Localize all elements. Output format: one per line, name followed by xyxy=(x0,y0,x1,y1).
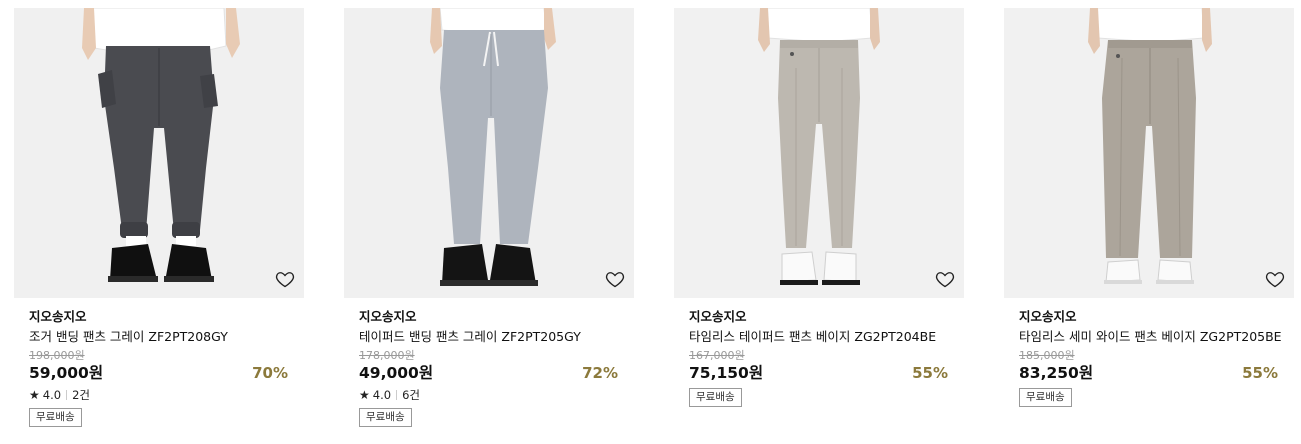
free-shipping-badge: 무료배송 xyxy=(1019,388,1072,407)
price-row: 83,250원 55% xyxy=(1019,363,1294,383)
rating-value: 4.0 xyxy=(372,388,392,402)
product-photo-wide xyxy=(1004,8,1294,298)
heart-icon[interactable] xyxy=(275,269,295,289)
free-shipping-badge: 무료배송 xyxy=(29,408,82,427)
product-photo-tapered xyxy=(344,8,634,298)
original-price: 167,000원 xyxy=(689,349,745,362)
rating-row: ★ 4.0 6건 xyxy=(359,387,634,403)
divider xyxy=(66,390,68,400)
sale-price: 49,000원 xyxy=(359,364,434,382)
product-brand: 지오송지오 xyxy=(29,309,87,324)
review-count: 2건 xyxy=(72,388,90,402)
original-price: 198,000원 xyxy=(29,349,85,362)
star-icon: ★ xyxy=(359,388,370,402)
divider xyxy=(396,390,398,400)
product-image[interactable] xyxy=(1004,8,1294,298)
product-grid: 지오송지오 조거 밴딩 팬츠 그레이 ZF2PT208GY 198,000원 5… xyxy=(0,0,1301,444)
product-title[interactable]: 타임리스 세미 와이드 팬츠 베이지 ZG2PT205BE xyxy=(1019,328,1294,346)
price-row: 75,150원 55% xyxy=(689,363,964,383)
product-card[interactable]: 지오송지오 타임리스 테이퍼드 팬츠 베이지 ZG2PT204BE 167,00… xyxy=(674,8,964,407)
rating-row: ★ 4.0 2건 xyxy=(29,387,304,403)
product-title[interactable]: 타임리스 테이퍼드 팬츠 베이지 ZG2PT204BE xyxy=(689,328,964,346)
product-card[interactable]: 지오송지오 타임리스 세미 와이드 팬츠 베이지 ZG2PT205BE 185,… xyxy=(1004,8,1294,407)
price-row: 49,000원 72% xyxy=(359,363,634,383)
sale-price: 83,250원 xyxy=(1019,364,1094,382)
review-count: 6건 xyxy=(402,388,420,402)
free-shipping-badge: 무료배송 xyxy=(689,388,742,407)
discount-rate: 72% xyxy=(582,364,618,382)
discount-rate: 55% xyxy=(912,364,948,382)
product-photo-straight xyxy=(674,8,964,298)
discount-rate: 55% xyxy=(1242,364,1278,382)
product-image[interactable] xyxy=(14,8,304,298)
product-brand: 지오송지오 xyxy=(689,309,747,324)
product-card[interactable]: 지오송지오 조거 밴딩 팬츠 그레이 ZF2PT208GY 198,000원 5… xyxy=(14,8,304,427)
original-price: 185,000원 xyxy=(1019,349,1075,362)
product-image[interactable] xyxy=(344,8,634,298)
sale-price: 59,000원 xyxy=(29,364,104,382)
product-brand: 지오송지오 xyxy=(1019,309,1077,324)
heart-icon[interactable] xyxy=(935,269,955,289)
price-row: 59,000원 70% xyxy=(29,363,304,383)
product-photo-jogger xyxy=(14,8,304,298)
rating-value: 4.0 xyxy=(42,388,62,402)
heart-icon[interactable] xyxy=(1265,269,1285,289)
product-title[interactable]: 테이퍼드 밴딩 팬츠 그레이 ZF2PT205GY xyxy=(359,328,634,346)
product-title[interactable]: 조거 밴딩 팬츠 그레이 ZF2PT208GY xyxy=(29,328,304,346)
product-card[interactable]: 지오송지오 테이퍼드 밴딩 팬츠 그레이 ZF2PT205GY 178,000원… xyxy=(344,8,634,427)
sale-price: 75,150원 xyxy=(689,364,764,382)
discount-rate: 70% xyxy=(252,364,288,382)
original-price: 178,000원 xyxy=(359,349,415,362)
product-image[interactable] xyxy=(674,8,964,298)
heart-icon[interactable] xyxy=(605,269,625,289)
free-shipping-badge: 무료배송 xyxy=(359,408,412,427)
star-icon: ★ xyxy=(29,388,40,402)
product-brand: 지오송지오 xyxy=(359,309,417,324)
